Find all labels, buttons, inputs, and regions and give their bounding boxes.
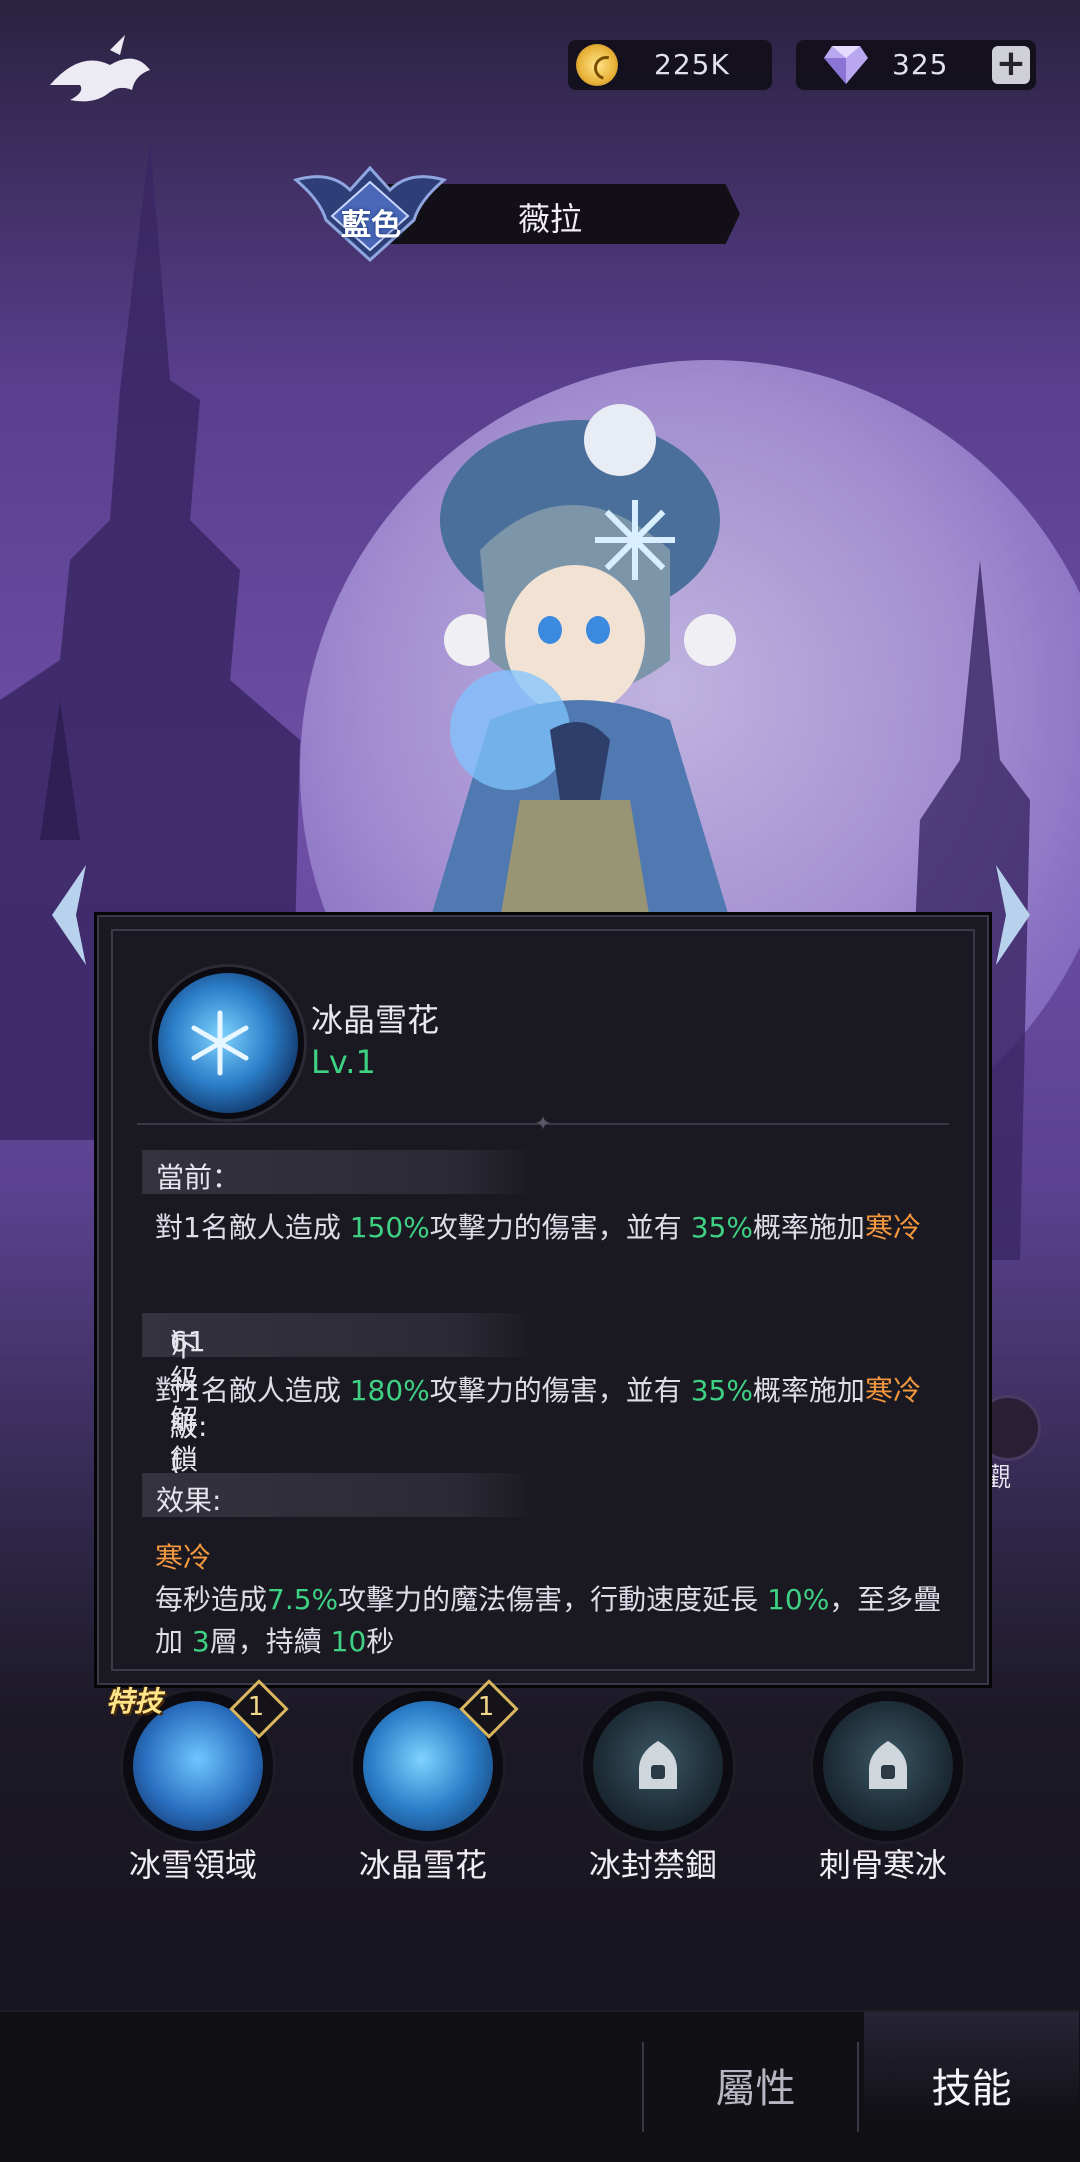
desc-text: 概率施加 xyxy=(752,1211,865,1244)
add-gems-button[interactable]: + xyxy=(992,46,1030,84)
skill-ring xyxy=(810,1688,966,1844)
game-logo-icon[interactable] xyxy=(40,30,160,120)
skill-slot-ice-seal[interactable]: 冰封禁錮 xyxy=(538,1680,768,1910)
desc-text: 對1名敵人造成 xyxy=(155,1211,350,1244)
hero-portrait xyxy=(430,404,736,920)
tab-divider xyxy=(642,2042,644,2132)
duration-value: 10 xyxy=(330,1625,367,1658)
divider-star-icon: ✦ xyxy=(534,1111,552,1135)
tab-attributes-label: 屬性 xyxy=(715,2066,796,2112)
skill-detail-panel: 冰晶雪花 Lv.1 ✦ 當前： 對1名敵人造成 150%攻擊力的傷害，並有 35… xyxy=(94,912,992,1688)
desc-text: 攻擊力的傷害，並有 xyxy=(429,1211,691,1244)
desc-text: 對1名敵人造成 xyxy=(155,1374,350,1407)
bottom-tab-bar: 屬性 技能 xyxy=(0,2010,1080,2162)
skill-label: 冰晶雪花 xyxy=(358,1846,487,1884)
lock-icon xyxy=(868,1741,908,1789)
effect-heading-label: 效果: xyxy=(156,1484,222,1517)
status-keyword: 寒冷 xyxy=(864,1211,921,1244)
current-heading-label: 當前： xyxy=(156,1161,241,1194)
desc-text: 秒 xyxy=(366,1625,395,1658)
skill-label: 刺骨寒冰 xyxy=(818,1846,947,1884)
lock-icon xyxy=(638,1741,678,1789)
effect-heading: 效果: xyxy=(142,1473,537,1517)
skill-level-badge: 1 xyxy=(477,1692,495,1722)
gold-value: 225K xyxy=(654,48,730,81)
locked-skill-icon xyxy=(823,1701,953,1831)
gold-counter: 225K xyxy=(568,40,772,90)
desc-text: 每秒造成 xyxy=(155,1583,268,1616)
gem-value: 325 xyxy=(892,48,949,81)
tab-divider xyxy=(857,2042,859,2132)
skill-slot-ice-field[interactable]: 特技 1 冰雪領域 xyxy=(78,1679,308,1910)
skill-slot-ice-snowflake[interactable]: 1 冰晶雪花 xyxy=(308,1679,538,1910)
gold-coin-icon xyxy=(576,44,623,86)
desc-text: 層，持續 xyxy=(209,1625,331,1658)
tab-attributes[interactable]: 屬性 xyxy=(648,2012,863,2162)
skill-list: 特技 1 冰雪領域 1 冰晶雪花 冰封禁錮 刺骨寒冰 xyxy=(0,1679,1080,1910)
gem-counter: 325 + xyxy=(796,40,1036,90)
skill-ring xyxy=(580,1688,736,1844)
skill-label: 冰封禁錮 xyxy=(588,1846,717,1884)
diamond-icon xyxy=(824,46,868,84)
effect-name: 寒冷 xyxy=(155,1537,945,1579)
snowflake-skill-icon xyxy=(152,967,304,1119)
current-heading: 當前： xyxy=(142,1150,537,1194)
prev-hero-arrow-icon[interactable] xyxy=(48,855,88,975)
tab-skills-label: 技能 xyxy=(931,2066,1012,2112)
skill-label: 冰雪領域 xyxy=(128,1846,257,1884)
damage-value: 180% xyxy=(349,1374,430,1407)
next-level-description: 對1名敵人造成 180%攻擊力的傷害，並有 35%概率施加寒冷 xyxy=(155,1370,945,1412)
speed-value: 10% xyxy=(767,1583,830,1616)
special-skill-tag: 特技 xyxy=(106,1685,163,1718)
status-keyword: 寒冷 xyxy=(864,1374,921,1407)
desc-text: 概率施加 xyxy=(752,1374,865,1407)
tab-skills[interactable]: 技能 xyxy=(864,2012,1079,2162)
skill-level: Lv.1 xyxy=(311,1043,376,1081)
top-bar: 225K 325 + xyxy=(0,0,1080,130)
rank-label: 藍色 xyxy=(341,208,401,243)
hero-name-banner: 薇拉 藍色 xyxy=(290,165,760,263)
effect-name-text: 寒冷 xyxy=(155,1541,212,1574)
hero-name: 薇拉 xyxy=(517,200,582,238)
desc-text: 攻擊力的傷害，並有 xyxy=(429,1374,691,1407)
current-description: 對1名敵人造成 150%攻擊力的傷害，並有 35%概率施加寒冷 xyxy=(155,1207,945,1249)
next-level-heading: 下一級: (61級解鎖) xyxy=(142,1313,537,1478)
locked-skill-icon xyxy=(593,1701,723,1831)
chance-value: 35% xyxy=(690,1374,753,1407)
damage-value: 150% xyxy=(349,1211,430,1244)
magic-damage-value: 7.5% xyxy=(267,1583,339,1616)
stack-value: 3 xyxy=(191,1625,210,1658)
effect-description: 每秒造成7.5%攻擊力的魔法傷害，行動速度延長 10%，至多疊加 3層，持續 1… xyxy=(155,1579,945,1663)
skill-title: 冰晶雪花 xyxy=(311,1001,440,1039)
desc-text: 攻擊力的魔法傷害，行動速度延長 xyxy=(338,1583,768,1616)
skill-slot-bone-ice[interactable]: 刺骨寒冰 xyxy=(768,1680,998,1910)
next-heading-close: ) xyxy=(170,1325,181,1358)
next-hero-arrow-icon[interactable] xyxy=(994,855,1034,975)
chance-value: 35% xyxy=(690,1211,753,1244)
skill-level-badge: 1 xyxy=(247,1692,265,1722)
